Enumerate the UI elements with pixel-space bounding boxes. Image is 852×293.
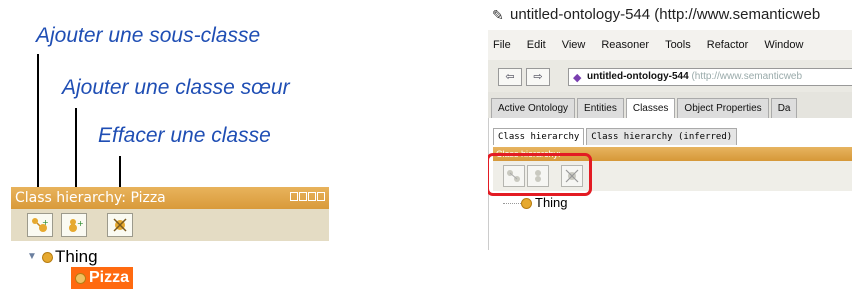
panel-list-icon[interactable]	[299, 192, 307, 201]
add-subclass-button[interactable]: +	[27, 213, 53, 237]
class-hierarchy-title: Class hierarchy: Pizza	[15, 190, 166, 206]
tab-entities[interactable]: Entities	[577, 98, 624, 118]
class-icon	[42, 252, 53, 263]
tree-item-thing[interactable]: Thing	[55, 247, 98, 267]
protege-window: ✎ untitled-ontology-544 (http://www.sema…	[488, 0, 852, 250]
svg-text:+: +	[77, 219, 83, 228]
class-icon	[75, 272, 86, 284]
app-icon: ✎	[492, 7, 504, 23]
ontology-url: (http://www.semanticweb	[691, 71, 803, 82]
menu-tools[interactable]: Tools	[665, 39, 691, 51]
annotation-add-subclass: Ajouter une sous-classe	[36, 24, 261, 47]
back-button[interactable]: ⇦	[498, 68, 522, 86]
tab-object-properties[interactable]: Object Properties	[677, 98, 769, 118]
ontology-name: untitled-ontology-544	[587, 71, 689, 82]
expand-toggle-icon[interactable]: ▼	[27, 251, 37, 262]
forward-arrow-icon: ⇨	[533, 71, 543, 83]
tab-data-properties[interactable]: Da	[770, 98, 798, 118]
tree-item-thing[interactable]: Thing	[535, 195, 568, 210]
class-tree: ▼ Thing Pizza	[11, 241, 329, 293]
main-tabs: Active Ontology Entities Classes Object …	[488, 92, 852, 118]
add-sibling-icon: +	[69, 219, 83, 232]
back-arrow-icon: ⇦	[505, 71, 515, 83]
menu-bar: File Edit View Reasoner Tools Refactor W…	[488, 30, 852, 60]
menu-refactor[interactable]: Refactor	[707, 39, 749, 51]
add-subclass-icon: +	[32, 218, 49, 232]
menu-window[interactable]: Window	[764, 39, 803, 51]
hierarchy-subtabs: Class hierarchy Class hierarchy (inferre…	[493, 128, 738, 145]
annotation-delete-class: Effacer une classe	[98, 124, 271, 147]
arrow-line-subclass	[37, 54, 39, 209]
classes-tab-content: Class hierarchy Class hierarchy (inferre…	[488, 118, 852, 250]
delete-class-button[interactable]	[107, 213, 133, 237]
ontology-address-field[interactable]: ◆ untitled-ontology-544 (http://www.sema…	[568, 68, 852, 86]
menu-view[interactable]: View	[562, 39, 586, 51]
class-hierarchy-toolbar: + +	[11, 209, 329, 241]
svg-text:+: +	[42, 218, 49, 227]
tree-item-pizza-label: Pizza	[89, 269, 130, 286]
annotation-add-sibling: Ajouter une classe sœur	[62, 76, 290, 99]
window-titlebar: ✎ untitled-ontology-544 (http://www.sema…	[488, 0, 852, 30]
menu-file[interactable]: File	[493, 39, 511, 51]
subtab-class-hierarchy-inferred[interactable]: Class hierarchy (inferred)	[586, 128, 738, 145]
subtab-class-hierarchy[interactable]: Class hierarchy	[493, 128, 585, 145]
menu-reasoner[interactable]: Reasoner	[601, 39, 649, 51]
panel-close-icon[interactable]	[317, 192, 325, 201]
class-icon	[521, 198, 532, 209]
add-sibling-button[interactable]: +	[61, 213, 87, 237]
menu-edit[interactable]: Edit	[527, 39, 546, 51]
navigation-bar: ⇦ ⇨ ◆ untitled-ontology-544 (http://www.…	[488, 60, 852, 92]
panel-window-buttons	[290, 192, 325, 201]
delete-class-icon	[113, 218, 127, 232]
forward-button[interactable]: ⇨	[526, 68, 550, 86]
class-hierarchy-header: Class hierarchy: Pizza	[11, 187, 329, 209]
highlight-box	[488, 153, 592, 196]
panel-menu-icon[interactable]	[290, 192, 298, 201]
tab-classes[interactable]: Classes	[625, 98, 676, 118]
panel-float-icon[interactable]	[308, 192, 316, 201]
ontology-icon: ◆	[573, 72, 582, 84]
tab-active-ontology[interactable]: Active Ontology	[491, 98, 576, 118]
tree-item-pizza[interactable]: Pizza	[71, 267, 134, 289]
window-title: untitled-ontology-544 (http://www.semant…	[510, 6, 821, 23]
